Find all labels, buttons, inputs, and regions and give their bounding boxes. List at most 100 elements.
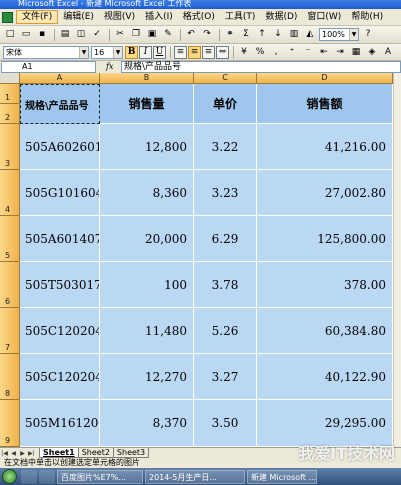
sort-ascending-icon[interactable]: ↑ (255, 28, 269, 41)
save-icon[interactable]: ▪ (35, 28, 49, 41)
menu-file[interactable]: 文件(F) (16, 10, 59, 24)
table-cell-quantity[interactable]: 12,270 (100, 354, 194, 400)
vertical-scrollbar[interactable] (393, 73, 401, 447)
bold-button[interactable]: B (125, 45, 138, 59)
table-cell-amount[interactable]: 27,002.80 (257, 170, 393, 216)
print-preview-icon[interactable]: ◫ (74, 28, 88, 41)
table-cell-quantity[interactable]: 11,480 (100, 308, 194, 354)
menu-edit[interactable]: 编辑(E) (58, 10, 99, 24)
chevron-down-icon[interactable]: ▼ (349, 29, 358, 40)
align-right-icon[interactable]: ≡ (202, 45, 215, 59)
increase-indent-icon[interactable]: ⇥ (333, 46, 347, 59)
sheet-tab-2[interactable]: Sheet2 (77, 448, 114, 458)
spelling-icon[interactable]: ✓ (90, 28, 104, 41)
table-cell-price[interactable]: 3.78 (194, 262, 257, 308)
next-sheet-icon[interactable]: ▶ (18, 449, 27, 458)
table-cell-price[interactable]: 3.50 (194, 400, 257, 447)
align-left-icon[interactable]: ≡ (174, 45, 187, 59)
chevron-down-icon[interactable]: ▼ (79, 46, 88, 58)
column-header-a[interactable]: A (20, 73, 100, 84)
function-icon[interactable]: fx (106, 61, 120, 73)
table-cell-price[interactable]: 6.29 (194, 216, 257, 262)
start-button[interactable] (2, 469, 17, 484)
row-header-1[interactable]: 1 (0, 84, 20, 104)
font-name-select[interactable]: 宋体 ▼ (3, 45, 89, 59)
table-cell-quantity[interactable]: 20,000 (100, 216, 194, 262)
table-cell-quantity[interactable]: 100 (100, 262, 194, 308)
drawing-icon[interactable]: ◭ (303, 28, 317, 41)
table-cell-amount[interactable]: 60,384.80 (257, 308, 393, 354)
table-cell-quantity[interactable]: 12,800 (100, 124, 194, 170)
table-cell-code[interactable]: 505C120204 (20, 308, 100, 354)
select-all-corner[interactable] (0, 73, 20, 84)
font-size-select[interactable]: 16 ▼ (91, 45, 123, 59)
new-icon[interactable]: □ (3, 28, 17, 41)
undo-icon[interactable]: ↶ (184, 28, 198, 41)
taskbar-item-excel-1[interactable]: 2014-5月生产日... (145, 469, 245, 484)
row-header-9[interactable]: 9 (0, 400, 20, 447)
borders-icon[interactable]: ▦ (349, 46, 363, 59)
table-cell-amount[interactable]: 125,800.00 (257, 216, 393, 262)
row-header-3[interactable]: 3 (0, 124, 20, 170)
decrease-indent-icon[interactable]: ⇤ (317, 46, 331, 59)
row-header-7[interactable]: 7 (0, 308, 20, 354)
comma-style-icon[interactable]: , (269, 46, 283, 59)
menu-insert[interactable]: 插入(I) (140, 10, 178, 24)
currency-icon[interactable]: ¥ (237, 46, 251, 59)
autosum-icon[interactable]: Σ (239, 28, 253, 41)
chart-wizard-icon[interactable]: ▥ (287, 28, 301, 41)
table-cell-quantity[interactable]: 8,370 (100, 400, 194, 447)
table-cell-code[interactable]: 505T503017 (20, 262, 100, 308)
name-box[interactable]: A1 (1, 61, 96, 73)
chevron-down-icon[interactable]: ▼ (113, 46, 122, 58)
underline-button[interactable]: U (153, 45, 166, 59)
cut-icon[interactable]: ✂ (113, 28, 127, 41)
menu-window[interactable]: 窗口(W) (302, 10, 346, 24)
font-color-icon[interactable]: A (381, 46, 395, 59)
menu-format[interactable]: 格式(O) (178, 10, 220, 24)
table-cell-code[interactable]: 505A601407 (20, 216, 100, 262)
prev-sheet-icon[interactable]: ◀ (9, 449, 18, 458)
zoom-select[interactable]: 100% ▼ (319, 28, 359, 41)
italic-button[interactable]: I (139, 45, 152, 59)
row-header-4[interactable]: 4 (0, 170, 20, 216)
ie-icon[interactable] (21, 469, 37, 484)
table-cell-amount[interactable]: 40,122.90 (257, 354, 393, 400)
first-sheet-icon[interactable]: |◀ (0, 449, 9, 458)
table-cell-price[interactable]: 3.23 (194, 170, 257, 216)
column-header-c[interactable]: C (194, 73, 257, 84)
table-cell-price[interactable]: 3.27 (194, 354, 257, 400)
table-cell-quantity[interactable]: 8,360 (100, 170, 194, 216)
format-painter-icon[interactable]: ✎ (161, 28, 175, 41)
table-cell-code[interactable]: 505G101604 (20, 170, 100, 216)
table-cell-amount[interactable]: 378.00 (257, 262, 393, 308)
menu-help[interactable]: 帮助(H) (346, 10, 388, 24)
help-icon[interactable]: ? (361, 28, 375, 41)
menu-view[interactable]: 视图(V) (99, 10, 140, 24)
column-header-d[interactable]: D (257, 73, 393, 84)
folder-icon[interactable] (39, 469, 55, 484)
sheet-tab-1[interactable]: Sheet1 (39, 448, 79, 458)
copy-icon[interactable]: ❐ (129, 28, 143, 41)
decrease-decimal-icon[interactable]: ⁻ (301, 46, 315, 59)
column-header-b[interactable]: B (100, 73, 194, 84)
taskbar-item-excel-2[interactable]: 新建 Microsoft ... (247, 469, 317, 484)
table-cell-amount[interactable]: 41,216.00 (257, 124, 393, 170)
last-sheet-icon[interactable]: ▶| (27, 449, 36, 458)
cell-c1-price-header[interactable]: 单价 (194, 84, 257, 124)
hyperlink-icon[interactable]: ⚭ (223, 28, 237, 41)
merge-center-icon[interactable]: ⇔ (216, 45, 229, 59)
percent-icon[interactable]: % (253, 46, 267, 59)
fill-color-icon[interactable]: ◈ (365, 46, 379, 59)
table-cell-code[interactable]: 505C120204 (20, 354, 100, 400)
row-header-2[interactable]: 2 (0, 104, 20, 124)
cell-b1-quantity-header[interactable]: 销售量 (100, 84, 194, 124)
row-header-8[interactable]: 8 (0, 354, 20, 400)
menu-data[interactable]: 数据(D) (260, 10, 302, 24)
table-cell-code[interactable]: 505M161201 (20, 400, 100, 447)
redo-icon[interactable]: ↷ (200, 28, 214, 41)
menu-tools[interactable]: 工具(T) (220, 10, 261, 24)
formula-input[interactable]: 规格\产品品号 (121, 61, 401, 73)
align-center-icon[interactable]: ≡ (188, 45, 201, 59)
sheet-tab-3[interactable]: Sheet3 (112, 448, 150, 458)
